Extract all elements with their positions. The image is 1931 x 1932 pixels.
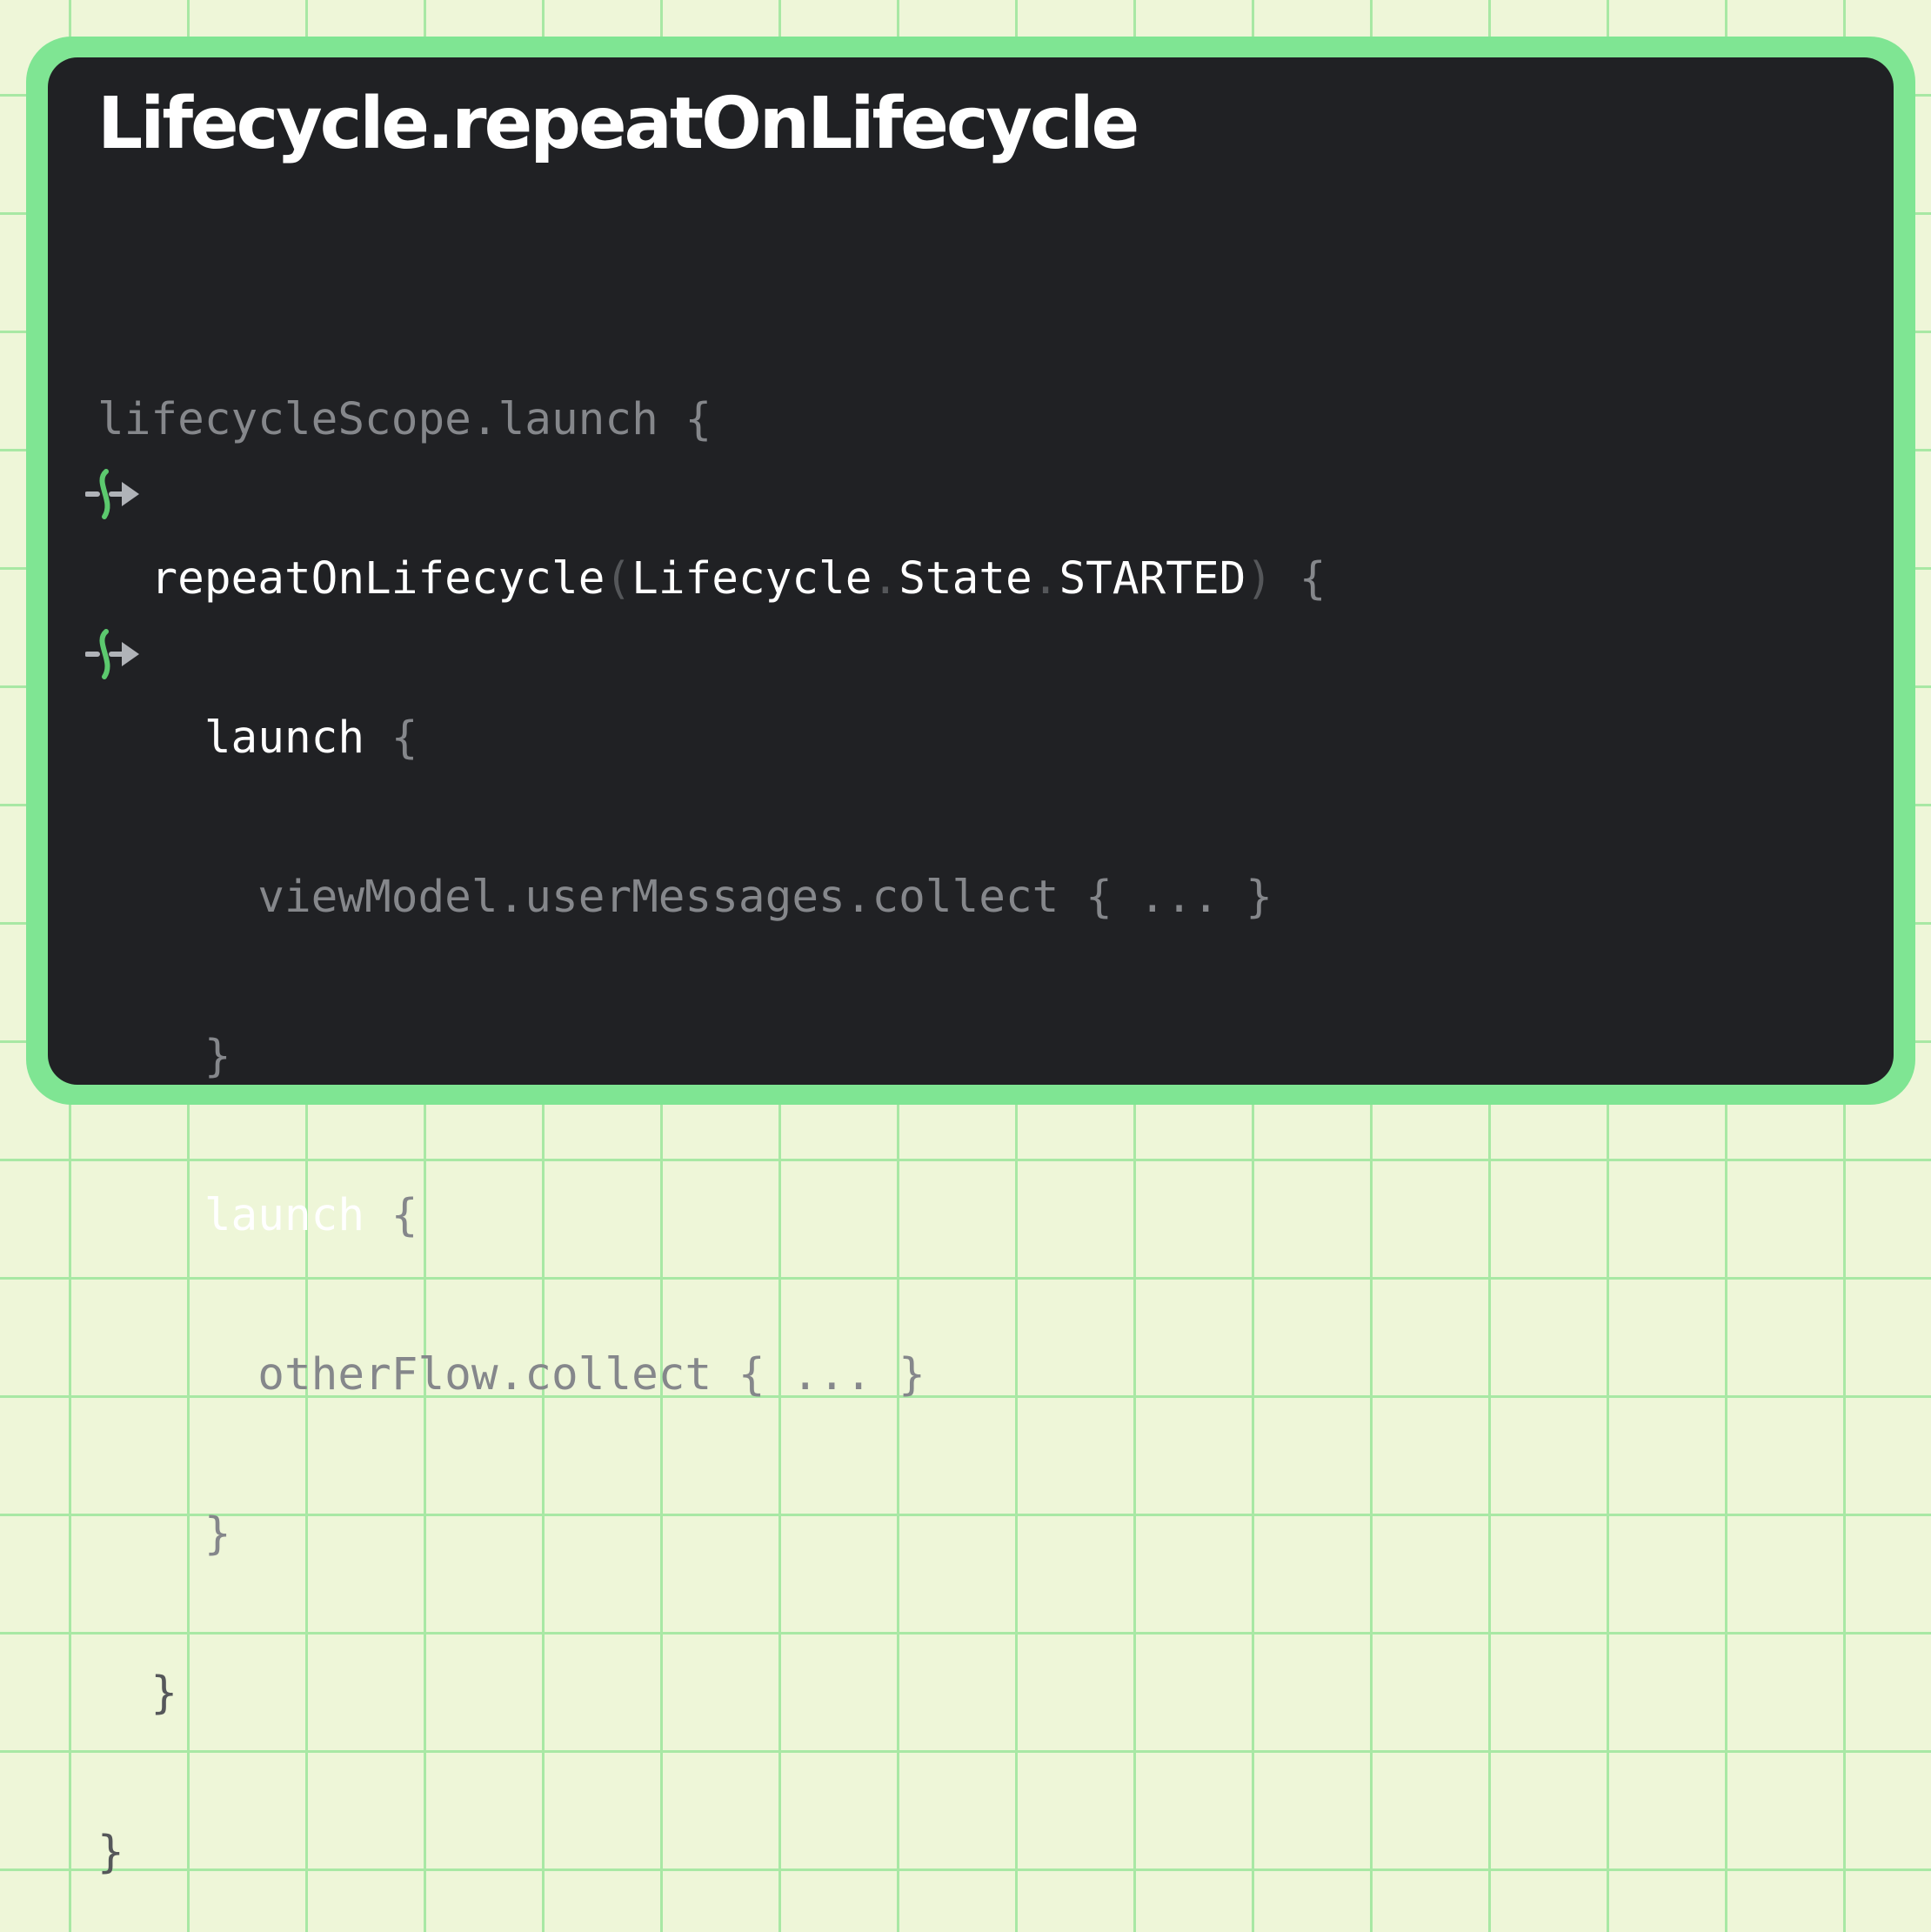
- code-brace: {: [364, 1190, 418, 1241]
- collect-flow-icon: [85, 469, 139, 519]
- code-line-5: }: [97, 1030, 1326, 1083]
- code-line-3: launch {: [97, 712, 1326, 765]
- code-text: lifecycleScope.launch {: [97, 394, 712, 445]
- code-close-paren: ): [1246, 553, 1273, 605]
- code-launch-keyword: launch: [204, 712, 365, 764]
- collect-flow-icon: [85, 629, 139, 679]
- code-line-4: viewModel.userMessages.collect { ... }: [97, 871, 1326, 924]
- code-line-9: }: [97, 1667, 1326, 1720]
- code-collect-statement: viewModel.userMessages.collect { ... }: [257, 872, 1273, 923]
- code-line-6: launch {: [97, 1189, 1326, 1242]
- code-open-paren: (: [605, 553, 632, 605]
- code-lifecycle-class: Lifecycle: [631, 553, 872, 605]
- code-line-8: }: [97, 1507, 1326, 1561]
- code-line-2: repeatOnLifecycle(Lifecycle.State.STARTE…: [97, 552, 1326, 605]
- code-dot: .: [1032, 553, 1059, 605]
- code-line-7: otherFlow.collect { ... }: [97, 1348, 1326, 1401]
- code-brace: }: [204, 1031, 231, 1082]
- code-brace: {: [364, 712, 418, 764]
- code-launch-keyword: launch: [204, 1190, 365, 1241]
- code-brace: }: [204, 1508, 231, 1560]
- code-brace: }: [97, 1827, 124, 1878]
- code-line-1: lifecycleScope.launch {: [97, 393, 1326, 446]
- code-line-10: }: [97, 1826, 1326, 1879]
- slide-title: Lifecycle.repeatOnLifecycle: [97, 83, 1139, 165]
- code-block: lifecycleScope.launch { repeatOnLifecycl…: [97, 287, 1326, 1932]
- code-state-class: State: [899, 553, 1032, 605]
- code-brace: {: [1273, 553, 1326, 605]
- code-function-name: repeatOnLifecycle: [150, 553, 605, 605]
- code-brace: }: [150, 1668, 178, 1719]
- code-started-value: STARTED: [1059, 553, 1246, 605]
- code-collect-statement: otherFlow.collect { ... }: [257, 1349, 925, 1401]
- code-dot: .: [872, 553, 899, 605]
